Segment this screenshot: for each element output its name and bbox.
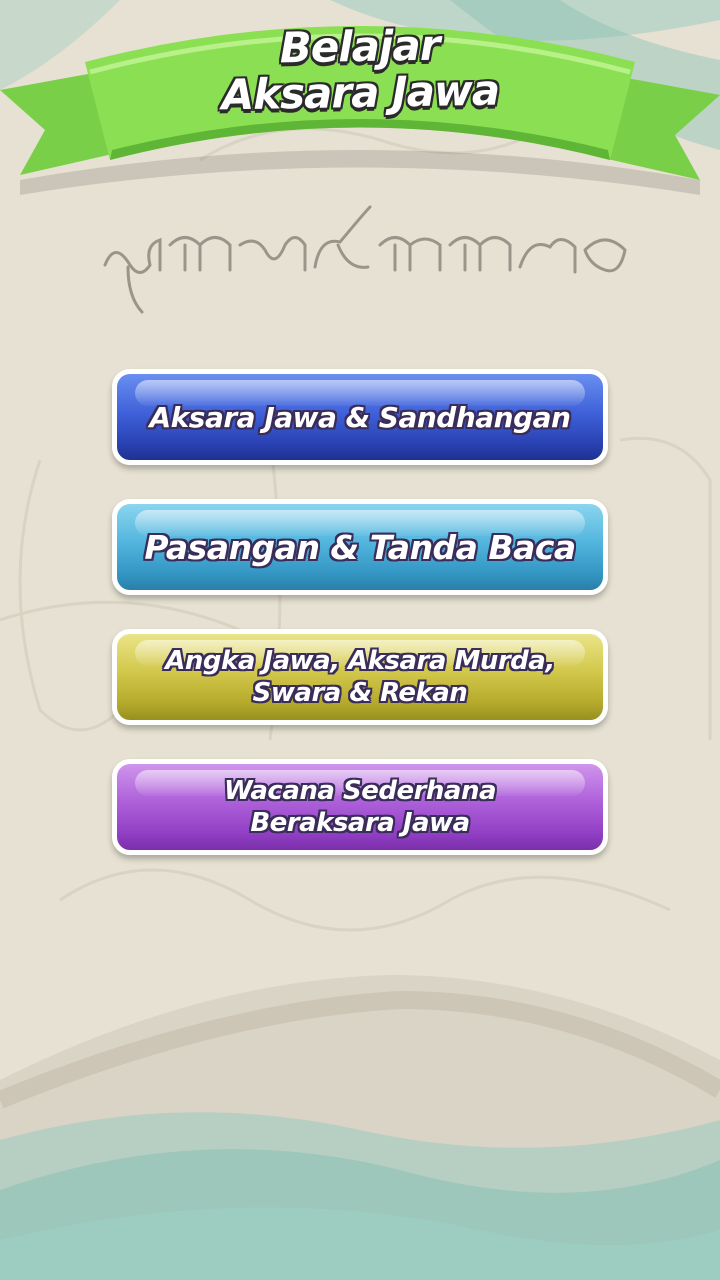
menu-label-line2: Beraksara Jawa: [250, 808, 470, 838]
javanese-script-icon: [103, 205, 627, 314]
menu-button-label: Aksara Jawa & Sandhangan: [150, 401, 571, 434]
menu-label-line1: Wacana Sederhana: [223, 776, 497, 806]
menu-button-angka-jawa[interactable]: Angka Jawa, Aksara Murda, Swara & Rekan: [112, 629, 608, 725]
menu-button-wacana-sederhana[interactable]: Wacana Sederhana Beraksara Jawa: [112, 759, 608, 855]
app-title: Belajar Aksara Jawa: [0, 18, 720, 123]
menu-button-aksara-jawa-sandhangan[interactable]: Aksara Jawa & Sandhangan: [112, 369, 608, 465]
menu-button-label: Angka Jawa, Aksara Murda, Swara & Rekan: [165, 645, 555, 709]
menu-label-line1: Pasangan & Tanda Baca: [144, 527, 576, 567]
menu-label-line1: Aksara Jawa & Sandhangan: [149, 400, 571, 434]
menu-button-label: Pasangan & Tanda Baca: [144, 527, 576, 567]
menu-label-line2: Swara & Rekan: [252, 678, 468, 708]
menu-label-line1: Angka Jawa, Aksara Murda,: [165, 646, 555, 676]
menu-button-label: Wacana Sederhana Beraksara Jawa: [223, 775, 497, 839]
menu-button-pasangan-tanda-baca[interactable]: Pasangan & Tanda Baca: [112, 499, 608, 595]
